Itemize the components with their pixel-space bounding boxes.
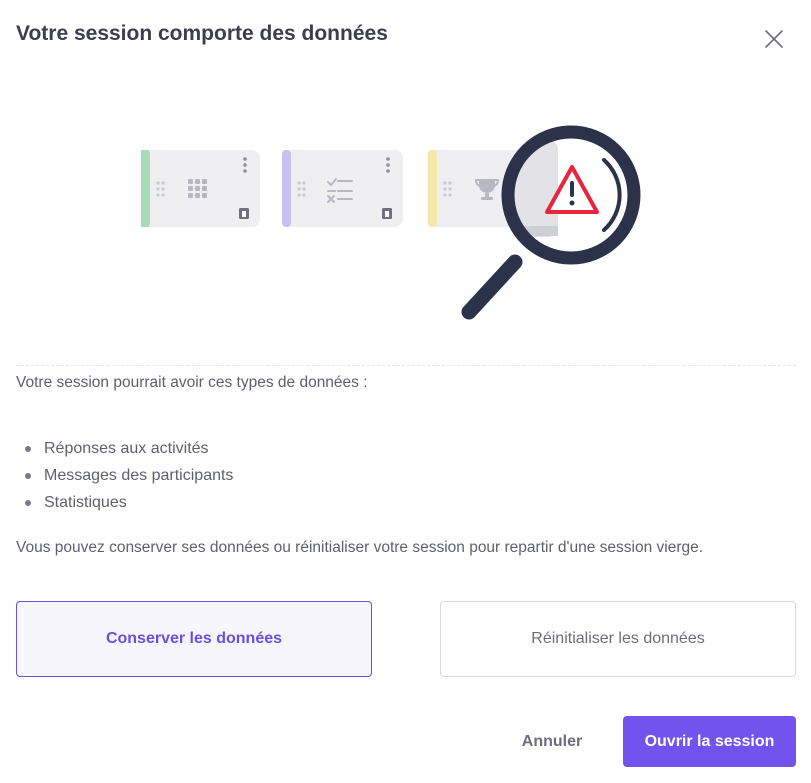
keep-data-option[interactable]: Conserver les données	[16, 601, 372, 677]
dialog-title: Votre session comporte des données	[16, 22, 388, 45]
list-item: Messages des participants	[16, 465, 233, 492]
activity-card-grid	[141, 150, 260, 227]
activity-card-checklist	[282, 150, 403, 227]
data-types-intro: Votre session pourrait avoir ces types d…	[16, 374, 368, 391]
session-data-dialog: Votre session comporte des données Votre…	[0, 0, 811, 783]
cancel-button[interactable]: Annuler	[500, 716, 604, 767]
list-item: Statistiques	[16, 492, 233, 519]
choice-explanation: Vous pouvez conserver ses données ou réi…	[16, 539, 704, 556]
close-button[interactable]	[760, 25, 788, 53]
trash-icon	[239, 208, 249, 219]
grid-icon	[188, 179, 207, 198]
section-divider	[16, 365, 796, 366]
more-icon	[243, 157, 247, 173]
open-session-button[interactable]: Ouvrir la session	[623, 716, 796, 767]
data-check-illustration	[141, 125, 641, 320]
list-item: Réponses aux activités	[16, 438, 233, 465]
data-types-list: Réponses aux activités Messages des part…	[16, 438, 233, 519]
close-icon	[765, 30, 783, 48]
reset-data-option[interactable]: Réinitialiser les données	[440, 601, 796, 677]
